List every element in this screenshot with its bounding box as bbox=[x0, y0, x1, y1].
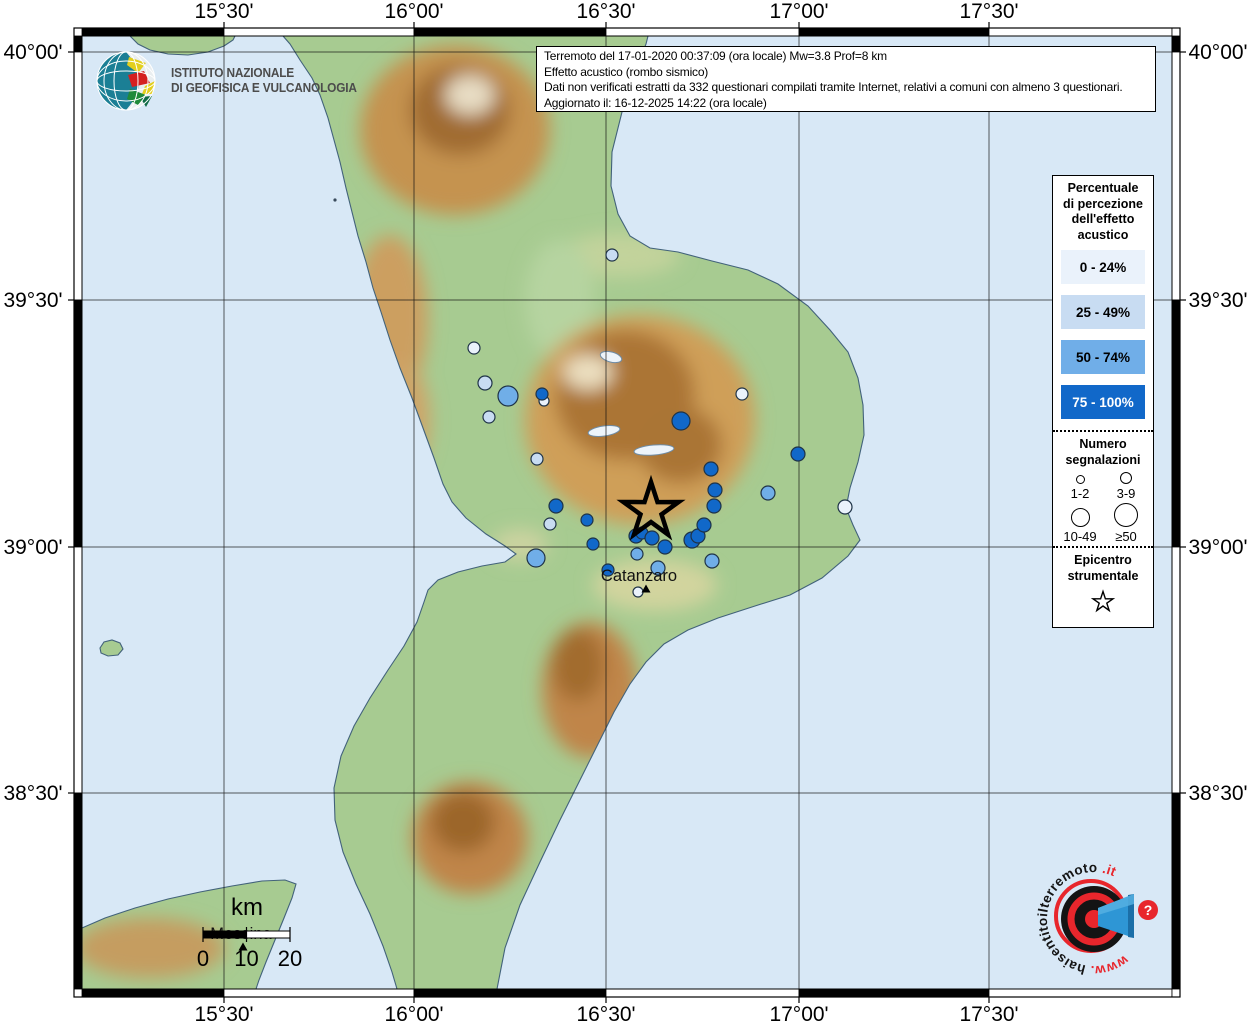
lon-label-top-0: 15°30' bbox=[194, 0, 253, 23]
report-dot bbox=[587, 538, 599, 550]
site-logo-www: www. bbox=[1090, 952, 1132, 978]
signal-size-circle-icon bbox=[1120, 472, 1132, 484]
lon-label-bottom-3: 17°00' bbox=[769, 1003, 828, 1024]
lon-label-bottom-0: 15°30' bbox=[194, 1003, 253, 1024]
report-dot bbox=[633, 587, 643, 597]
report-dot bbox=[581, 514, 593, 526]
report-dot bbox=[736, 388, 748, 400]
epicenter-star-icon bbox=[1090, 588, 1116, 614]
report-dot bbox=[536, 388, 548, 400]
lon-label-top-3: 17°00' bbox=[769, 0, 828, 23]
signal-size-circle-icon bbox=[1071, 508, 1090, 527]
legend-class-3: 75 - 100% bbox=[1061, 385, 1145, 419]
report-dot bbox=[761, 486, 775, 500]
report-dot bbox=[658, 540, 672, 554]
lon-label-top-1: 16°00' bbox=[384, 0, 443, 23]
lon-label-bottom-1: 16°00' bbox=[384, 1003, 443, 1024]
lat-label-left-1: 39°30' bbox=[3, 289, 62, 312]
lon-label-top-4: 17°30' bbox=[959, 0, 1018, 23]
info-line-event: Terremoto del 17-01-2020 00:37:09 (ora l… bbox=[544, 49, 1148, 65]
epicenter-star-glyph bbox=[1093, 592, 1113, 611]
legend-perception-title: Percentuale di percezione dell'effetto a… bbox=[1053, 176, 1153, 243]
ingv-title: ISTITUTO NAZIONALE DI GEOFISICA E VULCAN… bbox=[171, 66, 357, 96]
signal-size-label: 3-9 bbox=[1117, 486, 1136, 501]
report-dot bbox=[531, 453, 543, 465]
scale-tick-label: 0 bbox=[197, 946, 209, 971]
haisentitoilterremoto-logo: ? www. haisentitoilterremoto .it bbox=[1020, 848, 1170, 1001]
ingv-logo: ISTITUTO NAZIONALE DI GEOFISICA E VULCAN… bbox=[95, 50, 367, 112]
lon-label-top-2: 16°30' bbox=[576, 0, 635, 23]
report-dot bbox=[478, 376, 492, 390]
lat-label-right-3: 38°30' bbox=[1188, 782, 1247, 805]
report-dot bbox=[544, 518, 556, 530]
legend-class-0: 0 - 24% bbox=[1061, 250, 1145, 284]
report-dot bbox=[791, 447, 805, 461]
report-dot bbox=[483, 411, 495, 423]
islet bbox=[333, 198, 336, 201]
legend-epicenter-star bbox=[1053, 584, 1153, 619]
signal-size-circle-icon bbox=[1076, 475, 1085, 484]
scale-tick-label: 20 bbox=[278, 946, 302, 971]
report-dot bbox=[498, 386, 518, 406]
signal-size-circle-icon bbox=[1114, 503, 1138, 527]
info-line-data: Dati non verificati estratti da 332 ques… bbox=[544, 80, 1148, 96]
report-dot bbox=[549, 499, 563, 513]
lat-label-right-1: 39°30' bbox=[1188, 289, 1247, 312]
lat-label-right-2: 39°00' bbox=[1188, 536, 1247, 559]
legend-panel: Percentuale di percezione dell'effetto a… bbox=[1052, 175, 1154, 628]
info-line-effect: Effetto acustico (rombo sismico) bbox=[544, 65, 1148, 81]
lat-label-left-0: 40°00' bbox=[3, 41, 62, 64]
legend-class-1: 25 - 49% bbox=[1061, 295, 1145, 329]
signal-size-label: 1-2 bbox=[1071, 486, 1090, 501]
legend-signals-title: Numero segnalazioni bbox=[1053, 432, 1153, 468]
report-dot bbox=[705, 554, 719, 568]
earthquake-map-screenshot: CatanzaroMessina km 01020 bbox=[0, 0, 1255, 1024]
legend-signal-2: 10-49 bbox=[1057, 503, 1103, 544]
lon-label-bottom-2: 16°30' bbox=[576, 1003, 635, 1024]
scale-unit-label: km bbox=[231, 894, 263, 921]
report-dot bbox=[708, 483, 722, 497]
event-info-box: Terremoto del 17-01-2020 00:37:09 (ora l… bbox=[536, 46, 1156, 112]
ingv-title-line1: ISTITUTO NAZIONALE bbox=[171, 66, 357, 81]
city-label: Catanzaro bbox=[601, 567, 677, 585]
info-line-updated: Aggiornato il: 16-12-2025 14:22 (ora loc… bbox=[544, 96, 1148, 112]
scale-tick-label: 10 bbox=[234, 946, 258, 971]
signal-size-label: 10-49 bbox=[1063, 529, 1096, 544]
lat-label-left-2: 39°00' bbox=[3, 536, 62, 559]
legend-signal-0: 1-2 bbox=[1057, 472, 1103, 501]
site-logo-tld: .it bbox=[1101, 861, 1119, 879]
ingv-title-line2: DI GEOFISICA E VULCANOLOGIA bbox=[171, 81, 357, 96]
report-dot bbox=[672, 412, 690, 430]
legend-signal-3: ≥50 bbox=[1103, 503, 1149, 544]
report-dot bbox=[645, 531, 659, 545]
legend-signal-1: 3-9 bbox=[1103, 472, 1149, 501]
legend-signal-sizes: 1-2 3-9 10-49 ≥50 bbox=[1053, 468, 1153, 546]
lon-label-bottom-4: 17°30' bbox=[959, 1003, 1018, 1024]
report-dot bbox=[468, 342, 480, 354]
site-logo-icon: ? www. haisentitoilterremoto .it bbox=[1020, 848, 1170, 996]
lat-label-left-3: 38°30' bbox=[3, 782, 62, 805]
report-dot bbox=[527, 549, 545, 567]
lat-label-right-0: 40°00' bbox=[1188, 41, 1247, 64]
ingv-globe-icon bbox=[95, 50, 161, 112]
report-dot bbox=[697, 518, 711, 532]
report-dot bbox=[606, 249, 618, 261]
report-dot bbox=[631, 548, 643, 560]
site-logo-question-mark: ? bbox=[1144, 902, 1153, 918]
report-dot bbox=[704, 462, 718, 476]
legend-epicenter-title: Epicentro strumentale bbox=[1053, 548, 1153, 584]
report-dot bbox=[707, 499, 721, 513]
report-dot bbox=[838, 500, 852, 514]
legend-class-swatches: 0 - 24% 25 - 49% 50 - 74% 75 - 100% bbox=[1053, 243, 1153, 419]
signal-size-label: ≥50 bbox=[1115, 529, 1137, 544]
legend-class-2: 50 - 74% bbox=[1061, 340, 1145, 374]
